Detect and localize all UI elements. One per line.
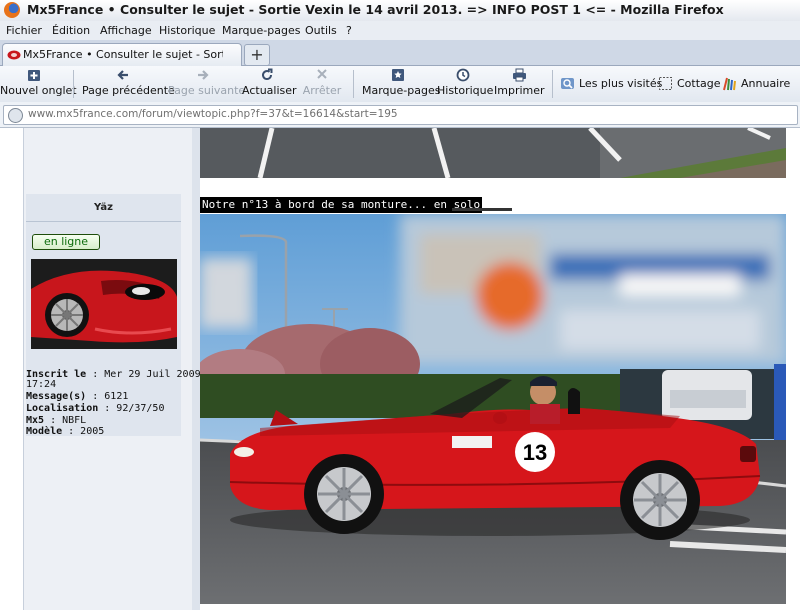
most-visited-label: Les plus visités bbox=[579, 77, 663, 90]
stop-x-icon bbox=[300, 68, 344, 83]
forward-button[interactable]: Page suivante bbox=[168, 68, 246, 100]
reload-button[interactable]: Actualiser bbox=[242, 68, 297, 100]
messages-line: Message(s) : 6121 bbox=[26, 392, 128, 402]
menu-historique[interactable]: Historique bbox=[159, 24, 215, 37]
post-photo: 13 bbox=[200, 214, 786, 604]
bookmarks-label: Marque-pages bbox=[362, 84, 441, 97]
back-label: Page précédente bbox=[82, 84, 175, 97]
profile-separator bbox=[26, 221, 181, 222]
tiny-credit-text bbox=[452, 208, 512, 211]
cottage-dashed-icon bbox=[659, 77, 672, 90]
car-number: 13 bbox=[523, 440, 547, 465]
messages-label: Message(s) bbox=[26, 391, 87, 402]
messages-value: : 6121 bbox=[86, 391, 129, 402]
new-tab-icon bbox=[0, 68, 68, 83]
menu-bar: Fichier Édition Affichage Historique Mar… bbox=[0, 21, 800, 40]
url-field[interactable]: www.mx5france.com/forum/viewtopic.php?f=… bbox=[3, 105, 798, 125]
photo-caption: Notre n°13 à bord de sa monture... en so… bbox=[200, 197, 483, 213]
mx5-value: : NBFL bbox=[44, 415, 87, 426]
new-tab-label: Nouvel onglet bbox=[0, 84, 77, 97]
stop-button[interactable]: Arrêter bbox=[300, 68, 344, 100]
bookmark-annuaire[interactable]: Annuaire bbox=[722, 76, 790, 91]
mx5-line: Mx5 : NBFL bbox=[26, 416, 86, 426]
registered-time: 17:24 bbox=[26, 379, 57, 390]
new-tab-toolbar-button[interactable]: Nouvel onglet bbox=[0, 68, 77, 100]
tab-label: Mx5France • Consulter le sujet - Sortie … bbox=[23, 48, 223, 61]
mx5-label: Mx5 bbox=[26, 415, 45, 426]
menu-help[interactable]: ? bbox=[346, 24, 352, 37]
user-avatar bbox=[31, 259, 177, 349]
model-label: Modèle bbox=[26, 426, 63, 437]
tab-active[interactable]: Mx5France • Consulter le sujet - Sortie … bbox=[2, 43, 242, 66]
site-identity-icon[interactable] bbox=[8, 108, 23, 123]
model-value: : 2005 bbox=[62, 426, 105, 437]
page-content: Yäz en ligne Inscrit le : Mer 29 Juil 20… bbox=[0, 128, 800, 610]
history-button[interactable]: Historique bbox=[437, 68, 494, 100]
username[interactable]: Yäz bbox=[26, 202, 181, 213]
history-label: Historique bbox=[437, 84, 494, 97]
toolbar-separator bbox=[73, 70, 74, 98]
mx5-favicon-icon bbox=[7, 50, 21, 60]
online-status-badge: en ligne bbox=[32, 234, 100, 250]
menu-edition[interactable]: Édition bbox=[52, 24, 90, 37]
forward-label: Page suivante bbox=[168, 84, 246, 97]
back-arrow-icon bbox=[82, 68, 164, 83]
menu-marque-pages[interactable]: Marque-pages bbox=[222, 24, 300, 37]
bookmark-star-icon bbox=[362, 68, 434, 83]
page-left-gutter bbox=[0, 128, 24, 610]
bookmarks-button[interactable]: Marque-pages bbox=[362, 68, 441, 100]
model-line: Modèle : 2005 bbox=[26, 427, 104, 437]
annuaire-label: Annuaire bbox=[741, 77, 791, 90]
print-button[interactable]: Imprimer bbox=[494, 68, 545, 100]
printer-icon bbox=[494, 68, 544, 83]
new-tab-button[interactable]: + bbox=[244, 44, 270, 66]
location-label: Localisation bbox=[26, 403, 99, 414]
print-label: Imprimer bbox=[494, 84, 545, 97]
location-line: Localisation : 92/37/50 bbox=[26, 404, 164, 414]
window-titlebar: Mx5France • Consulter le sujet - Sortie … bbox=[0, 0, 800, 22]
toolbar-separator bbox=[353, 70, 354, 98]
url-bar: www.mx5france.com/forum/viewtopic.php?f=… bbox=[0, 102, 800, 128]
menu-outils[interactable]: Outils bbox=[305, 24, 337, 37]
registered-value: : Mer 29 Juil 2009, bbox=[86, 369, 207, 380]
forward-arrow-icon bbox=[168, 68, 238, 83]
stop-label: Arrêter bbox=[302, 84, 342, 97]
toolbar-separator bbox=[552, 70, 553, 98]
annuaire-colored-bars-icon bbox=[723, 77, 736, 91]
cottage-label: Cottage bbox=[677, 77, 721, 90]
previous-post-photo bbox=[200, 128, 786, 178]
history-clock-icon bbox=[437, 68, 489, 83]
bookmark-most-visited[interactable]: Les plus visités bbox=[560, 76, 662, 91]
navigation-toolbar: Nouvel onglet Page précédente Page suiva… bbox=[0, 66, 800, 103]
window-title: Mx5France • Consulter le sujet - Sortie … bbox=[27, 2, 724, 17]
back-button[interactable]: Page précédente bbox=[82, 68, 175, 100]
bookmark-cottage[interactable]: Cottage bbox=[658, 76, 721, 91]
location-value: : 92/37/50 bbox=[98, 403, 165, 414]
firefox-logo-icon bbox=[4, 2, 20, 18]
tab-strip: Mx5France • Consulter le sujet - Sortie … bbox=[0, 40, 800, 66]
reload-icon bbox=[242, 68, 292, 83]
menu-affichage[interactable]: Affichage bbox=[100, 24, 152, 37]
menu-fichier[interactable]: Fichier bbox=[6, 24, 42, 37]
reload-label: Actualiser bbox=[242, 84, 297, 97]
url-text: www.mx5france.com/forum/viewtopic.php?f=… bbox=[28, 108, 398, 120]
most-visited-folder-icon bbox=[561, 78, 574, 89]
